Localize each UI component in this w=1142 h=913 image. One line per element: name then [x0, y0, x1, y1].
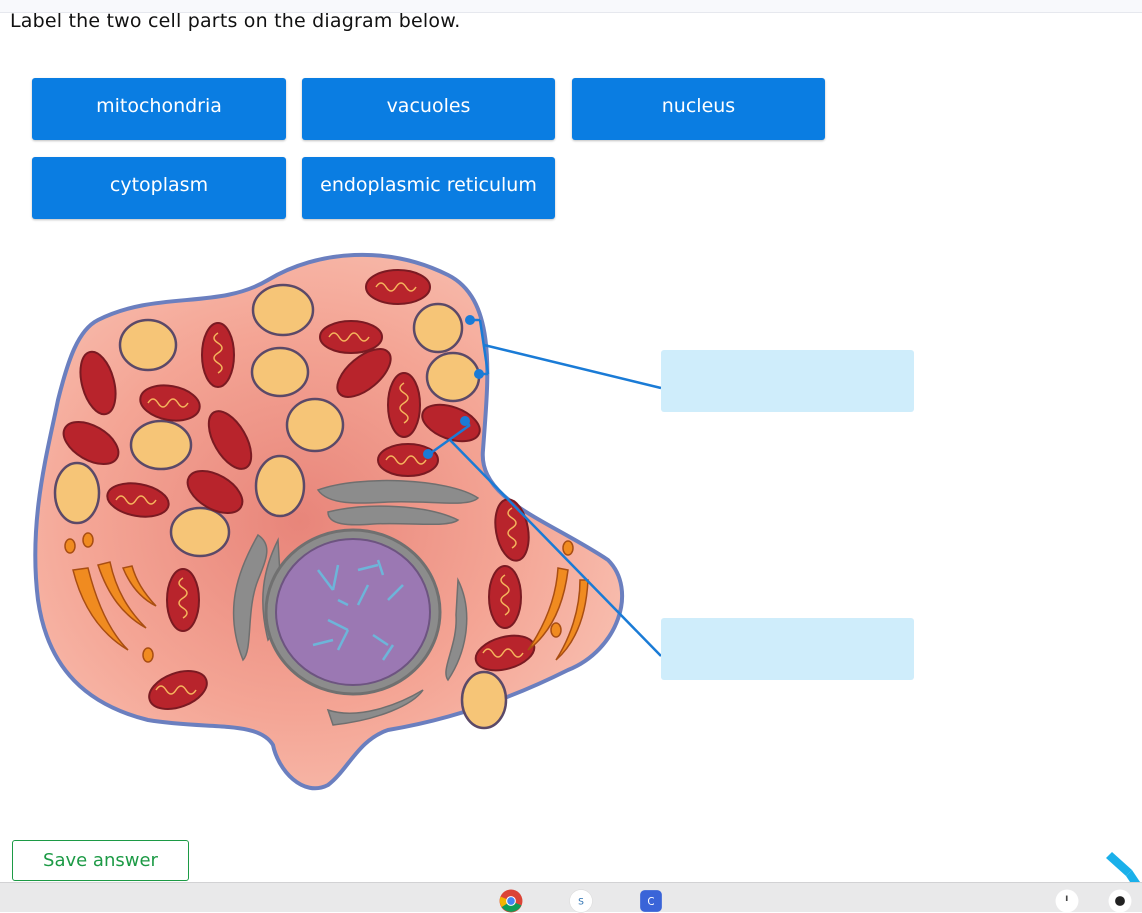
label-dropzone-1[interactable]	[661, 350, 914, 412]
profile-icon[interactable]	[1098, 889, 1142, 913]
chip-vacuoles[interactable]: vacuoles	[302, 78, 555, 140]
chip-label: nucleus	[661, 95, 736, 117]
save-answer-label: Save answer	[43, 850, 158, 871]
chip-label: endoplasmic reticulum	[320, 174, 537, 196]
save-answer-button[interactable]: Save answer	[12, 840, 189, 881]
nucleus	[264, 528, 442, 696]
chrome-icon[interactable]	[489, 889, 533, 913]
question-prompt: Label the two cell parts on the diagram …	[10, 10, 461, 32]
chip-endoplasmic-reticulum[interactable]: endoplasmic reticulum	[302, 157, 555, 219]
chip-label: mitochondria	[96, 95, 222, 117]
label-dropzone-2[interactable]	[661, 618, 914, 680]
pen-tool-icon[interactable]	[1100, 850, 1142, 884]
chip-label: cytoplasm	[109, 174, 209, 196]
chip-label: vacuoles	[386, 95, 471, 117]
c-app-icon[interactable]: C	[630, 889, 672, 913]
animal-cell-diagram	[33, 252, 625, 791]
notification-icon[interactable]	[1045, 889, 1089, 913]
os-taskbar: S C	[0, 882, 1142, 913]
chip-mitochondria[interactable]: mitochondria	[32, 78, 286, 140]
chip-cytoplasm[interactable]: cytoplasm	[32, 157, 286, 219]
s-app-icon[interactable]: S	[560, 889, 602, 913]
svg-text:S: S	[578, 897, 584, 907]
svg-text:C: C	[647, 896, 654, 908]
chip-nucleus[interactable]: nucleus	[572, 78, 825, 140]
